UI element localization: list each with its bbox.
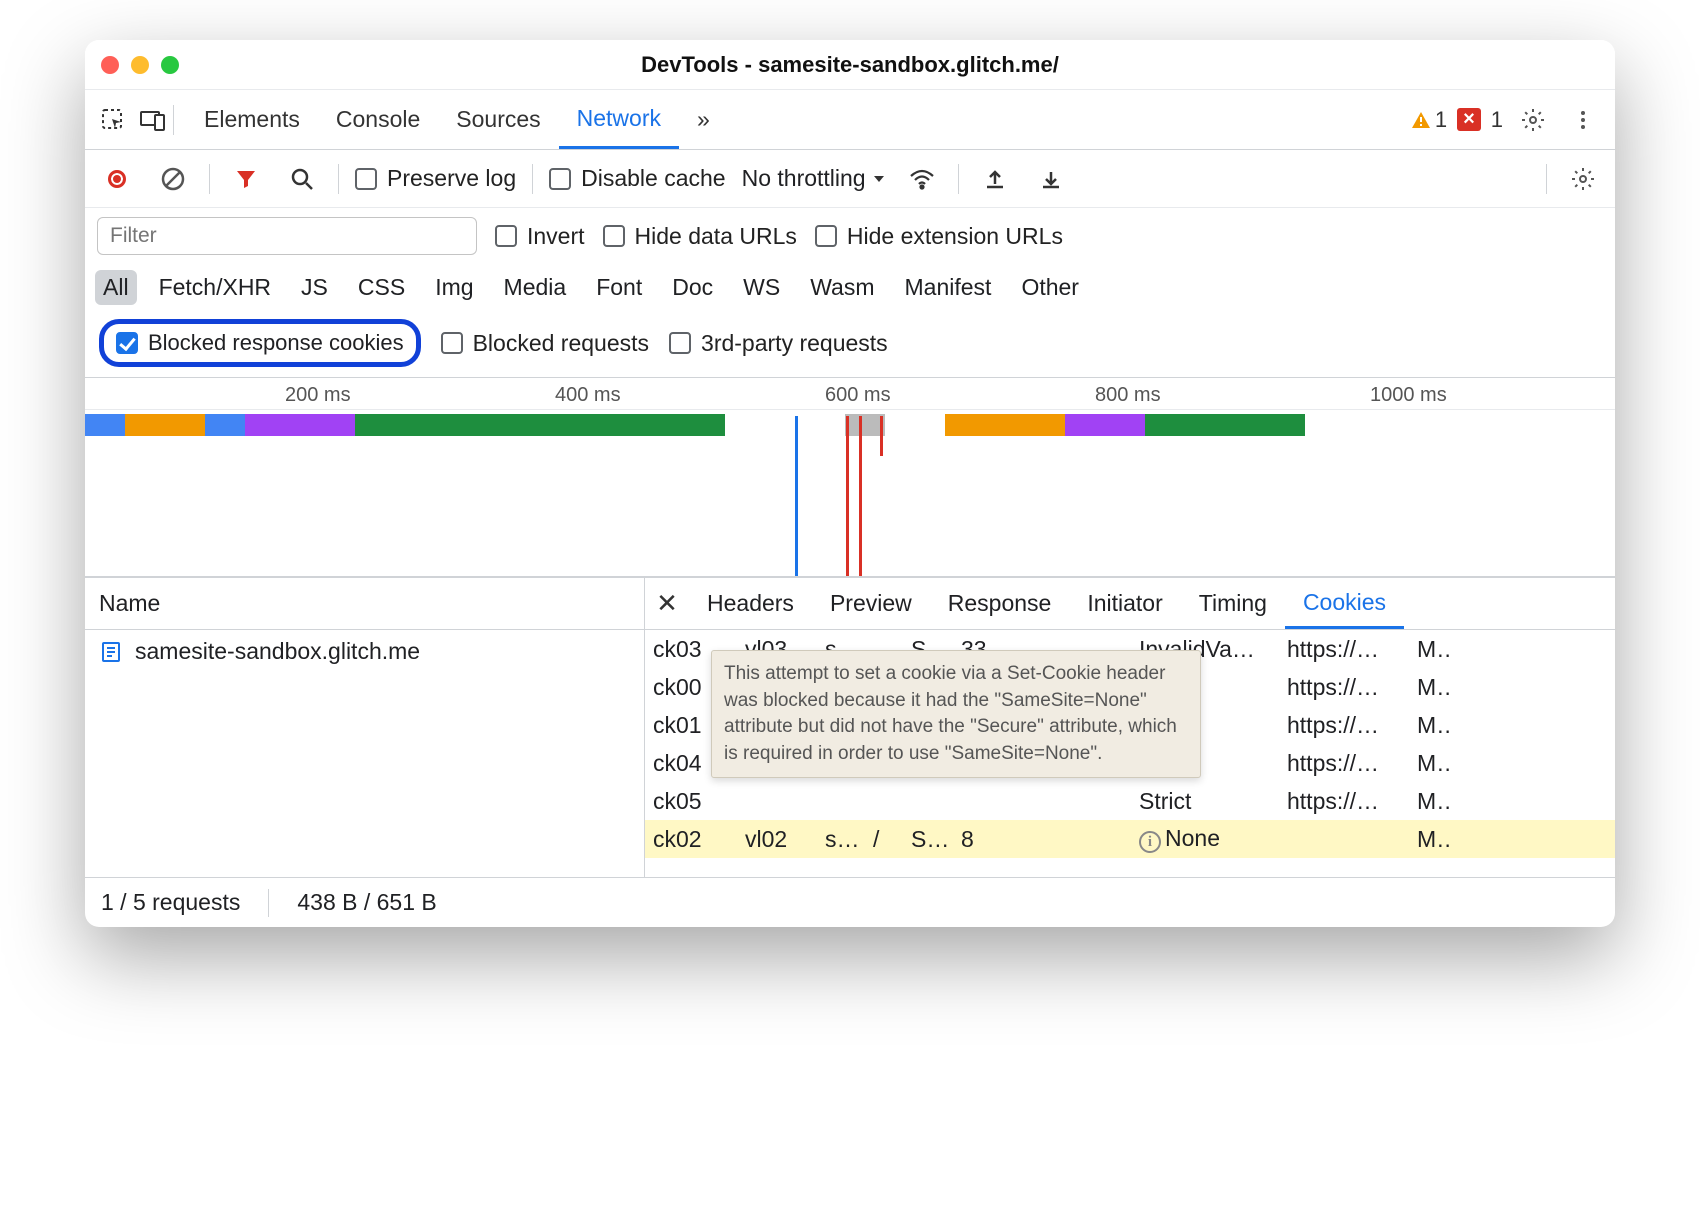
status-requests: 1 / 5 requests — [101, 889, 240, 916]
more-tabs[interactable]: » — [679, 91, 728, 149]
close-detail-icon[interactable]: ✕ — [645, 588, 689, 619]
tab-elements[interactable]: Elements — [186, 91, 318, 149]
wifi-icon[interactable] — [902, 159, 942, 199]
request-row[interactable]: samesite-sandbox.glitch.me — [85, 630, 644, 673]
invert-checkbox[interactable]: Invert — [495, 223, 585, 250]
cookie-row[interactable]: ck05Stricthttps://…M. — [645, 782, 1615, 820]
resource-type-filters: All Fetch/XHR JS CSS Img Media Font Doc WS Wasm Ma… — [85, 264, 1615, 311]
type-filter-css[interactable]: CSS — [350, 270, 413, 305]
record-icon[interactable] — [97, 159, 137, 199]
type-filter-ws[interactable]: WS — [735, 270, 788, 305]
request-filter-row: Blocked response cookies Blocked request… — [85, 311, 1615, 377]
overview-timeline[interactable]: 200 ms 400 ms 600 ms 800 ms 1000 ms — [85, 377, 1615, 577]
status-bar: 1 / 5 requests 438 B / 651 B — [85, 877, 1615, 927]
detail-tab-preview[interactable]: Preview — [812, 578, 930, 629]
third-party-requests-checkbox[interactable]: 3rd-party requests — [669, 330, 888, 357]
blocked-response-cookies-checkbox[interactable]: Blocked response cookies — [99, 319, 421, 367]
type-filter-media[interactable]: Media — [496, 270, 575, 305]
filter-row: Invert Hide data URLs Hide extension URL… — [85, 208, 1615, 264]
type-filter-font[interactable]: Font — [588, 270, 650, 305]
upload-har-icon[interactable] — [975, 159, 1015, 199]
kebab-menu-icon[interactable] — [1563, 100, 1603, 140]
window-title: DevTools - samesite-sandbox.glitch.me/ — [85, 52, 1615, 78]
type-filter-js[interactable]: JS — [293, 270, 336, 305]
type-filter-all[interactable]: All — [95, 270, 137, 305]
network-toolbar: Preserve log Disable cache No throttling — [85, 150, 1615, 208]
panel-tabs: ElementsConsoleSourcesNetwork » 1 × 1 — [85, 90, 1615, 150]
request-list: Name samesite-sandbox.glitch.me — [85, 578, 645, 877]
error-icon[interactable]: × — [1457, 108, 1481, 131]
column-header-name[interactable]: Name — [85, 578, 644, 630]
throttling-select[interactable]: No throttling — [742, 165, 886, 192]
blocked-requests-checkbox[interactable]: Blocked requests — [441, 330, 649, 357]
type-filter-fetch-xhr[interactable]: Fetch/XHR — [151, 270, 279, 305]
detail-tab-headers[interactable]: Headers — [689, 578, 812, 629]
cookie-block-tooltip: This attempt to set a cookie via a Set-C… — [711, 650, 1201, 778]
detail-tab-cookies[interactable]: Cookies — [1285, 578, 1404, 629]
type-filter-wasm[interactable]: Wasm — [802, 270, 882, 305]
network-settings-icon[interactable] — [1563, 159, 1603, 199]
clear-icon[interactable] — [153, 159, 193, 199]
warning-icon[interactable]: 1 — [1411, 107, 1447, 133]
inspect-element-icon[interactable] — [93, 100, 133, 140]
filter-icon[interactable] — [226, 159, 266, 199]
type-filter-doc[interactable]: Doc — [664, 270, 721, 305]
detail-tab-timing[interactable]: Timing — [1181, 578, 1285, 629]
disable-cache-checkbox[interactable]: Disable cache — [549, 165, 725, 192]
type-filter-img[interactable]: Img — [427, 270, 481, 305]
tab-network[interactable]: Network — [559, 91, 679, 149]
device-mode-icon[interactable] — [133, 100, 173, 140]
settings-icon[interactable] — [1513, 100, 1553, 140]
tab-sources[interactable]: Sources — [438, 91, 558, 149]
search-icon[interactable] — [282, 159, 322, 199]
hide-data-urls-checkbox[interactable]: Hide data URLs — [603, 223, 797, 250]
cookie-row[interactable]: ck02vl02s…/S…8iNoneM. — [645, 820, 1615, 858]
status-bytes: 438 B / 651 B — [297, 889, 436, 916]
filter-input[interactable] — [97, 217, 477, 255]
titlebar: DevTools - samesite-sandbox.glitch.me/ — [85, 40, 1615, 90]
request-name: samesite-sandbox.glitch.me — [135, 638, 420, 665]
detail-tab-initiator[interactable]: Initiator — [1069, 578, 1180, 629]
detail-tab-response[interactable]: Response — [930, 578, 1070, 629]
type-filter-manifest[interactable]: Manifest — [897, 270, 1000, 305]
detail-pane: ✕ HeadersPreviewResponseInitiatorTimingC… — [645, 578, 1615, 877]
preserve-log-checkbox[interactable]: Preserve log — [355, 165, 516, 192]
hide-extension-urls-checkbox[interactable]: Hide extension URLs — [815, 223, 1063, 250]
download-har-icon[interactable] — [1031, 159, 1071, 199]
type-filter-other[interactable]: Other — [1013, 270, 1087, 305]
tab-console[interactable]: Console — [318, 91, 438, 149]
